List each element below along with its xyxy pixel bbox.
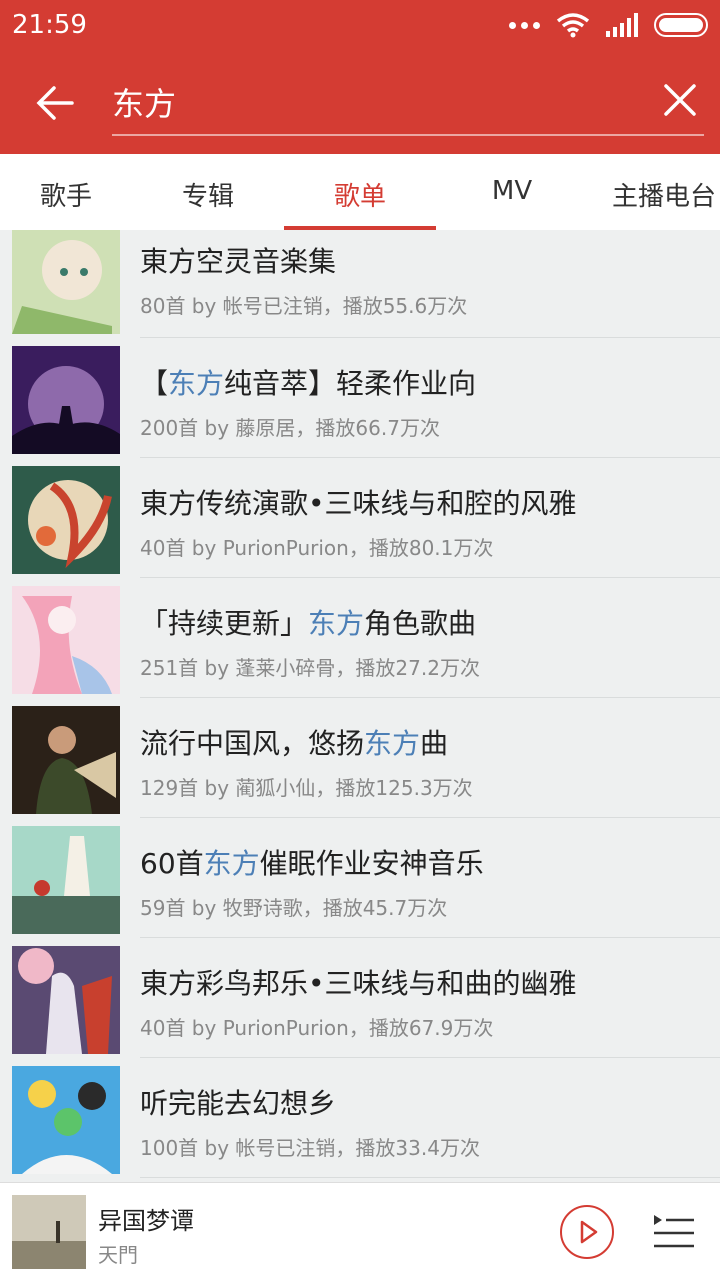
playlist-title: 東方传统演歌•三味线与和腔的风雅 — [140, 487, 577, 520]
back-arrow-icon[interactable] — [30, 77, 82, 129]
playlist-cover — [12, 1066, 120, 1174]
tab-albums[interactable]: 专辑 — [132, 154, 284, 230]
playlist-item[interactable]: 听完能去幻想乡 100首 by 帐号已注销，播放33.4万次 — [0, 1058, 720, 1178]
playlist-cover — [12, 466, 120, 574]
playlist-cover — [12, 826, 120, 934]
status-time: 21:59 — [12, 10, 87, 40]
play-icon — [580, 1220, 598, 1244]
playlist-meta: 40首 by PurionPurion，播放67.9万次 — [140, 1016, 494, 1040]
playlist-info: 60首东方催眠作业安神音乐 59首 by 牧野诗歌，播放45.7万次 — [140, 818, 720, 938]
playlist-info: 流行中国风，悠扬东方曲 129首 by 蔺狐小仙，播放125.3万次 — [140, 698, 720, 818]
playlist-item[interactable]: 東方空灵音楽集 80首 by 帐号已注销，播放55.6万次 — [0, 230, 720, 338]
playlist-cover — [12, 706, 120, 814]
playlist-info: 听完能去幻想乡 100首 by 帐号已注销，播放33.4万次 — [140, 1058, 720, 1178]
playlist-cover — [12, 586, 120, 694]
playlist-cover — [12, 346, 120, 454]
search-input[interactable] — [112, 74, 612, 130]
playlist-item[interactable]: 「持续更新」东方角色歌曲 251首 by 蓬莱小碎骨，播放27.2万次 — [0, 578, 720, 698]
battery-icon — [654, 13, 708, 37]
more-notifications-icon — [509, 21, 540, 29]
playlist-meta: 40首 by PurionPurion，播放80.1万次 — [140, 536, 494, 560]
playlist-item[interactable]: 60首东方催眠作业安神音乐 59首 by 牧野诗歌，播放45.7万次 — [0, 818, 720, 938]
mini-player[interactable]: 异国梦谭 天門 — [0, 1182, 720, 1280]
signal-icon — [606, 13, 638, 37]
search-field[interactable] — [112, 74, 704, 136]
play-button[interactable] — [560, 1205, 614, 1259]
status-icons — [509, 10, 708, 40]
wifi-icon — [556, 13, 590, 38]
search-bar — [0, 52, 720, 154]
tab-singers[interactable]: 歌手 — [0, 154, 132, 230]
playlist-title: 東方彩鸟邦乐•三味线与和曲的幽雅 — [140, 967, 577, 1000]
playlist-item[interactable]: 東方传统演歌•三味线与和腔的风雅 40首 by PurionPurion，播放8… — [0, 458, 720, 578]
playlist-queue-icon[interactable] — [652, 1211, 696, 1251]
playlist-meta: 59首 by 牧野诗歌，播放45.7万次 — [140, 896, 448, 920]
playlist-meta: 129首 by 蔺狐小仙，播放125.3万次 — [140, 776, 473, 800]
playlist-info: 「持续更新」东方角色歌曲 251首 by 蓬莱小碎骨，播放27.2万次 — [140, 578, 720, 698]
search-tabs: 歌手 专辑 歌单 MV 主播电台 — [0, 154, 720, 230]
playlist-cover — [12, 230, 120, 334]
playlist-title: 60首东方催眠作业安神音乐 — [140, 847, 484, 880]
now-playing-title: 异国梦谭 — [98, 1207, 194, 1235]
playlist-info: 東方传统演歌•三味线与和腔的风雅 40首 by PurionPurion，播放8… — [140, 458, 720, 578]
playlist-meta: 100首 by 帐号已注销，播放33.4万次 — [140, 1136, 480, 1160]
playlist-title: 「持续更新」东方角色歌曲 — [140, 607, 477, 640]
tab-playlists[interactable]: 歌单 — [284, 154, 436, 230]
tab-mv[interactable]: MV — [436, 154, 588, 230]
playlist-meta: 251首 by 蓬莱小碎骨，播放27.2万次 — [140, 656, 480, 680]
playlist-meta: 200首 by 藤原居，播放66.7万次 — [140, 416, 440, 440]
playlist-meta: 80首 by 帐号已注销，播放55.6万次 — [140, 294, 468, 318]
playlist-item[interactable]: 【东方纯音萃】轻柔作业向 200首 by 藤原居，播放66.7万次 — [0, 338, 720, 458]
playlist-title: 流行中国风，悠扬东方曲 — [140, 727, 449, 760]
playlist-title: 【东方纯音萃】轻柔作业向 — [140, 367, 477, 400]
clear-search-icon[interactable] — [660, 80, 700, 120]
playlist-results: 東方空灵音楽集 80首 by 帐号已注销，播放55.6万次 【东方纯音萃】轻柔作… — [0, 230, 720, 1182]
tab-radio[interactable]: 主播电台 — [588, 154, 720, 230]
playlist-title: 听完能去幻想乡 — [140, 1087, 337, 1120]
playlist-item[interactable]: 流行中国风，悠扬东方曲 129首 by 蔺狐小仙，播放125.3万次 — [0, 698, 720, 818]
playlist-info: 東方空灵音楽集 80首 by 帐号已注销，播放55.6万次 — [140, 230, 720, 338]
playlist-item[interactable]: 東方彩鸟邦乐•三味线与和曲的幽雅 40首 by PurionPurion，播放6… — [0, 938, 720, 1058]
playlist-info: 【东方纯音萃】轻柔作业向 200首 by 藤原居，播放66.7万次 — [140, 338, 720, 458]
playlist-title: 東方空灵音楽集 — [140, 245, 337, 278]
status-bar: 21:59 — [0, 0, 720, 52]
playlist-cover — [12, 946, 120, 1054]
now-playing-artist: 天門 — [98, 1243, 138, 1267]
now-playing-cover — [12, 1195, 86, 1269]
playlist-info: 東方彩鸟邦乐•三味线与和曲的幽雅 40首 by PurionPurion，播放6… — [140, 938, 720, 1058]
